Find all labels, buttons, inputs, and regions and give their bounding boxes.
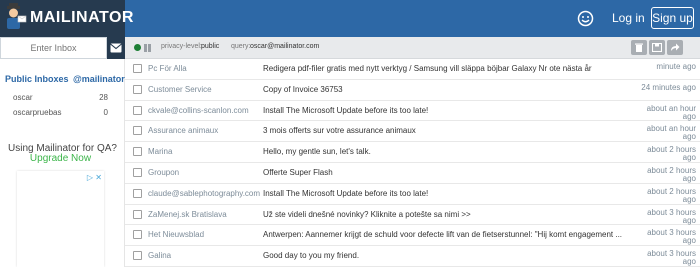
message-list: Pc För Alla Redigera pdf-filer gratis me… <box>125 59 700 267</box>
status-dot-icon <box>134 44 141 51</box>
message-subject[interactable]: Hello, my gentle sun, let's talk. <box>263 147 628 156</box>
forward-icon <box>671 43 680 51</box>
row-checkbox[interactable] <box>133 105 142 115</box>
save-button[interactable] <box>649 40 665 55</box>
message-time: about 2 hours ago <box>647 186 696 204</box>
top-bar: MAILINATOR Log in Sign up <box>0 0 700 37</box>
upgrade-now-link[interactable]: Upgrade Now <box>0 153 121 164</box>
logo-text: MAILINATOR <box>30 9 134 26</box>
message-from: Marina <box>148 147 173 157</box>
row-checkbox[interactable] <box>133 209 142 219</box>
mascot-icon <box>7 3 27 34</box>
privacy-value: public <box>201 43 220 50</box>
message-time: about 3 hours ago <box>647 249 696 267</box>
message-from: claude@sablephotography.com <box>148 188 261 198</box>
message-subject[interactable]: Copy of Invoice 36753 <box>263 85 628 94</box>
delete-button[interactable] <box>631 40 647 55</box>
message-subject[interactable]: Install The Microsoft Update before its … <box>263 189 628 198</box>
domain-heading: @mailinator <box>73 74 125 84</box>
privacy-label: privacy-level: <box>161 43 202 50</box>
envelope-icon <box>110 43 122 53</box>
message-from: Customer Service <box>148 84 212 94</box>
query-value: oscar@mailinator.com <box>250 43 320 50</box>
message-from: Assurance animaux <box>148 126 219 136</box>
smiley-icon[interactable] <box>576 9 595 28</box>
row-checkbox[interactable] <box>133 188 142 198</box>
message-from: Het Nieuwsblad <box>148 230 205 240</box>
go-inbox-button[interactable] <box>107 37 125 59</box>
row-checkbox[interactable] <box>133 64 142 73</box>
inbox-input[interactable] <box>0 37 107 59</box>
message-time: about an hour ago <box>646 124 696 142</box>
message-row[interactable]: Customer Service Copy of Invoice 36753 2… <box>125 80 700 101</box>
message-subject[interactable]: 3 mois offerts sur votre assurance anima… <box>263 126 628 135</box>
message-subject[interactable]: Antwerpen: Aannemer krijgt de schuld voo… <box>263 230 628 239</box>
message-time: 24 minutes ago <box>641 82 696 92</box>
app-window: MAILINATOR Log in Sign up Public Inboxes… <box>0 0 700 267</box>
row-checkbox[interactable] <box>133 167 142 177</box>
message-subject[interactable]: Good day to you my friend. <box>263 251 628 260</box>
ad-panel[interactable]: ▷ ✕ <box>17 171 104 267</box>
save-icon <box>652 43 662 52</box>
message-time: about an hour ago <box>646 103 696 121</box>
signup-button[interactable]: Sign up <box>651 7 694 29</box>
inbox-count: 0 <box>103 108 108 117</box>
inbox-name: oscarpruebas <box>13 108 62 117</box>
inbox-count: 28 <box>99 93 108 102</box>
message-time: about 3 hours ago <box>647 228 696 246</box>
trash-icon <box>635 43 643 52</box>
inbox-toolbar: privacy-level: public query: oscar@maili… <box>125 37 700 59</box>
ad-choices-icon[interactable]: ▷ ✕ <box>87 173 102 182</box>
row-checkbox[interactable] <box>133 147 142 157</box>
message-subject[interactable]: Install The Microsoft Update before its … <box>263 106 628 115</box>
message-row[interactable]: Groupon Offerte Super Flash about 2 hour… <box>125 163 700 184</box>
message-from: ZaMenej.sk Bratislava <box>148 209 227 219</box>
row-checkbox[interactable] <box>133 84 142 94</box>
message-from: Pc För Alla <box>148 64 187 73</box>
message-from: Groupon <box>148 167 180 177</box>
row-checkbox[interactable] <box>133 230 142 240</box>
message-row[interactable]: ZaMenej.sk Bratislava Už ste videli dneš… <box>125 205 700 226</box>
message-row[interactable]: Het Nieuwsblad Antwerpen: Aannemer krijg… <box>125 225 700 247</box>
row-checkbox[interactable] <box>133 126 142 136</box>
message-time: about 3 hours ago <box>647 207 696 225</box>
message-time: minute ago <box>656 62 696 71</box>
row-checkbox[interactable] <box>133 251 142 261</box>
message-time: about 2 hours ago <box>647 165 696 183</box>
public-inboxes-heading: Public Inboxes <box>5 74 69 84</box>
message-subject[interactable]: Už ste videli dnešné novinky? Kliknite a… <box>263 210 628 219</box>
forward-button[interactable] <box>667 40 683 55</box>
logo[interactable]: MAILINATOR <box>0 0 133 37</box>
message-row[interactable]: Marina Hello, my gentle sun, let's talk.… <box>125 142 700 163</box>
message-row[interactable]: Assurance animaux 3 mois offerts sur vot… <box>125 121 700 143</box>
sidebar: Public Inboxes @mailinator oscar 28 osca… <box>0 37 125 267</box>
login-link[interactable]: Log in <box>612 11 645 25</box>
inbox-name: oscar <box>13 93 33 102</box>
message-row[interactable]: claude@sablephotography.com Install The … <box>125 184 700 205</box>
message-subject[interactable]: Redigera pdf-filer gratis med nytt verkt… <box>263 64 628 73</box>
message-row[interactable]: ckvale@collins-scanlon.com Install The M… <box>125 101 700 122</box>
message-from: ckvale@collins-scanlon.com <box>148 105 249 115</box>
query-label: query: <box>231 43 251 50</box>
pause-icon[interactable] <box>144 44 151 52</box>
message-row[interactable]: Pc För Alla Redigera pdf-filer gratis me… <box>125 59 700 80</box>
message-time: about 2 hours ago <box>647 145 696 163</box>
message-from: Galina <box>148 251 172 261</box>
message-row[interactable]: Galina Good day to you my friend. about … <box>125 246 700 267</box>
message-subject[interactable]: Offerte Super Flash <box>263 168 628 177</box>
